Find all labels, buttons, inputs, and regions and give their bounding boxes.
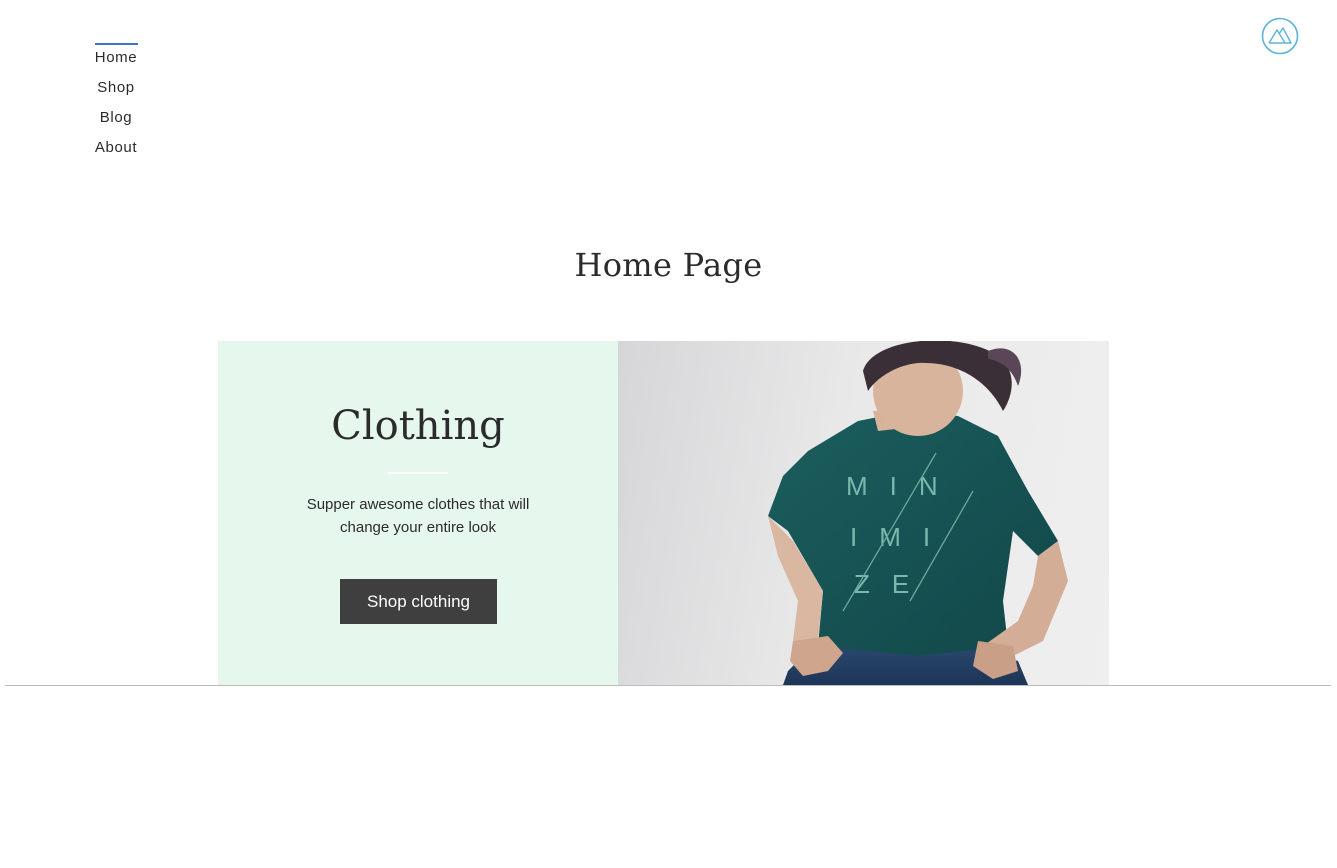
page-title: Home Page bbox=[574, 246, 763, 284]
mountain-logo-icon[interactable] bbox=[1261, 17, 1299, 55]
nav-item-about[interactable]: About bbox=[86, 133, 146, 163]
banner-divider bbox=[388, 472, 448, 474]
page: Home Shop Blog About Home Page Clothing … bbox=[0, 0, 1337, 868]
banner-title: Clothing bbox=[331, 403, 505, 449]
nav-item-shop[interactable]: Shop bbox=[86, 73, 146, 103]
svg-text:IMI: IMI bbox=[850, 522, 952, 552]
main-nav: Home Shop Blog About bbox=[86, 43, 146, 163]
shop-clothing-button[interactable]: Shop clothing bbox=[340, 579, 497, 624]
footer-divider bbox=[5, 685, 1331, 686]
clothing-banner: Clothing Supper awesome clothes that wil… bbox=[218, 341, 1109, 685]
banner-text-panel: Clothing Supper awesome clothes that wil… bbox=[218, 341, 618, 685]
svg-text:MIN: MIN bbox=[846, 471, 960, 501]
banner-description: Supper awesome clothes that will change … bbox=[306, 496, 530, 536]
nav-item-blog[interactable]: Blog bbox=[86, 103, 146, 133]
nav-item-home[interactable]: Home bbox=[86, 43, 146, 73]
banner-image: MIN IMI ZE bbox=[618, 341, 1109, 685]
model-photo: MIN IMI ZE bbox=[768, 341, 1068, 685]
